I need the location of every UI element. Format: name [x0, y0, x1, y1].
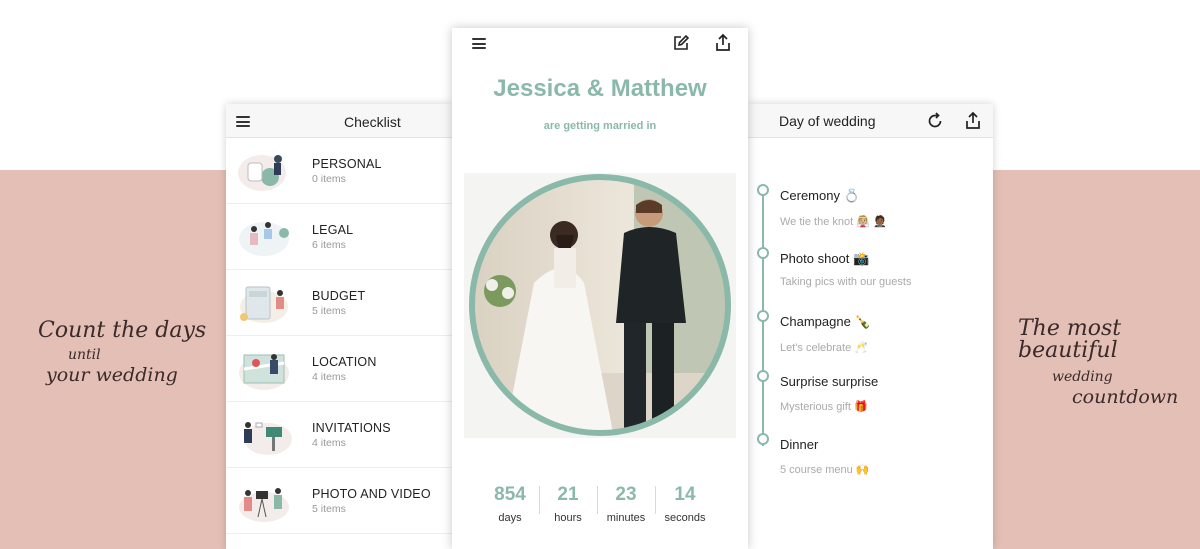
- checklist-item-label: PERSONAL: [312, 157, 382, 171]
- countdown-label: hours: [554, 512, 582, 524]
- event-title[interactable]: Photo shoot 📸: [780, 251, 869, 267]
- event-subtitle: Mysterious gift 🎁: [780, 401, 868, 413]
- event-subtitle: Let's celebrate 🥂: [780, 342, 868, 354]
- personal-illustration: [234, 147, 294, 195]
- left-tagline-line-1: Count the days: [38, 318, 207, 343]
- event-title[interactable]: Champagne 🍾: [780, 314, 871, 330]
- countdown-label: days: [498, 512, 522, 524]
- checklist-item-label: BUDGET: [312, 289, 366, 303]
- checklist-item-invitations[interactable]: INVITATIONS 4 items: [226, 402, 452, 468]
- timeline-dot: [757, 310, 769, 322]
- share-icon[interactable]: [964, 111, 982, 134]
- menu-icon[interactable]: [236, 116, 250, 127]
- timeline-dot: [757, 247, 769, 259]
- event-title[interactable]: Dinner: [780, 437, 818, 452]
- checklist-item-count: 0 items: [312, 173, 346, 185]
- checklist-app-bar: Checklist: [226, 104, 452, 138]
- checklist-item-count: 4 items: [312, 437, 346, 449]
- right-tagline-line-2: wedding: [1052, 369, 1113, 385]
- checklist-item-legal[interactable]: LEGAL 6 items: [226, 204, 452, 270]
- couple-names: Jessica & Matthew: [493, 75, 707, 102]
- checklist-item-budget[interactable]: BUDGET 5 items: [226, 270, 452, 336]
- checklist-screen: Checklist PERSONAL 0 items LEGAL 6 items…: [226, 104, 452, 549]
- countdown-subtitle: are getting married in: [543, 120, 657, 132]
- budget-illustration: [234, 279, 294, 327]
- checklist-item-count: 4 items: [312, 371, 346, 383]
- location-illustration: [234, 345, 294, 393]
- checklist-item-count: 6 items: [312, 239, 346, 251]
- countdown-label: seconds: [664, 512, 706, 524]
- menu-icon[interactable]: [472, 38, 486, 49]
- invitations-illustration: [234, 411, 294, 459]
- countdown-seconds: 14 seconds: [655, 484, 715, 524]
- day-of-wedding-screen: Day of wedding Ceremony 💍 We tie the kno…: [748, 104, 993, 549]
- couple-photo: [464, 173, 736, 438]
- event-title[interactable]: Ceremony 💍: [780, 188, 860, 204]
- right-tagline-line-3: countdown: [1072, 386, 1179, 408]
- refresh-icon[interactable]: [926, 112, 944, 134]
- timeline-dot: [757, 370, 769, 382]
- day-of-wedding-title: Day of wedding: [779, 113, 876, 129]
- share-icon[interactable]: [714, 33, 732, 56]
- countdown-value: 23: [615, 484, 637, 505]
- checklist-item-count: 5 items: [312, 305, 346, 317]
- right-tagline: The most beautiful wedding countdown: [1018, 318, 1200, 407]
- day-of-wedding-app-bar: Day of wedding: [748, 104, 993, 138]
- photo-video-illustration: [234, 477, 294, 525]
- checklist-item-personal[interactable]: PERSONAL 0 items: [226, 138, 452, 204]
- edit-icon[interactable]: [672, 34, 690, 56]
- checklist-title: Checklist: [344, 114, 401, 130]
- event-subtitle: Taking pics with our guests: [780, 276, 912, 288]
- countdown-screen: Jessica & Matthew are getting married in: [452, 28, 748, 549]
- checklist-item-count: 5 items: [312, 503, 346, 515]
- checklist-item-label: PHOTO AND VIDEO: [312, 487, 431, 501]
- event-title[interactable]: Surprise surprise: [780, 374, 878, 389]
- left-tagline: Count the days until your wedding: [38, 320, 208, 385]
- event-subtitle: 5 course menu 🙌: [780, 464, 870, 476]
- legal-illustration: [234, 213, 294, 261]
- checklist-item-photo-and-video[interactable]: PHOTO AND VIDEO 5 items: [226, 468, 452, 534]
- timeline-dot: [757, 433, 769, 445]
- event-subtitle: We tie the knot 👰🏼 🤵🏾: [780, 216, 887, 228]
- countdown-value: 854: [494, 484, 526, 505]
- timeline-dot: [757, 184, 769, 196]
- countdown-value: 14: [674, 484, 696, 505]
- countdown-minutes: 23 minutes: [596, 484, 656, 524]
- countdown-value: 21: [557, 484, 579, 505]
- right-tagline-line-1: The most beautiful: [1018, 316, 1122, 363]
- left-tagline-line-2: until: [68, 347, 101, 363]
- left-tagline-line-3: your wedding: [46, 364, 178, 386]
- checklist-item-label: LOCATION: [312, 355, 377, 369]
- checklist-item-location[interactable]: LOCATION 4 items: [226, 336, 452, 402]
- countdown-hours: 21 hours: [538, 484, 598, 524]
- countdown-label: minutes: [606, 512, 646, 524]
- countdown-days: 854 days: [480, 484, 540, 524]
- checklist-item-label: INVITATIONS: [312, 421, 391, 435]
- checklist-item-label: LEGAL: [312, 223, 354, 237]
